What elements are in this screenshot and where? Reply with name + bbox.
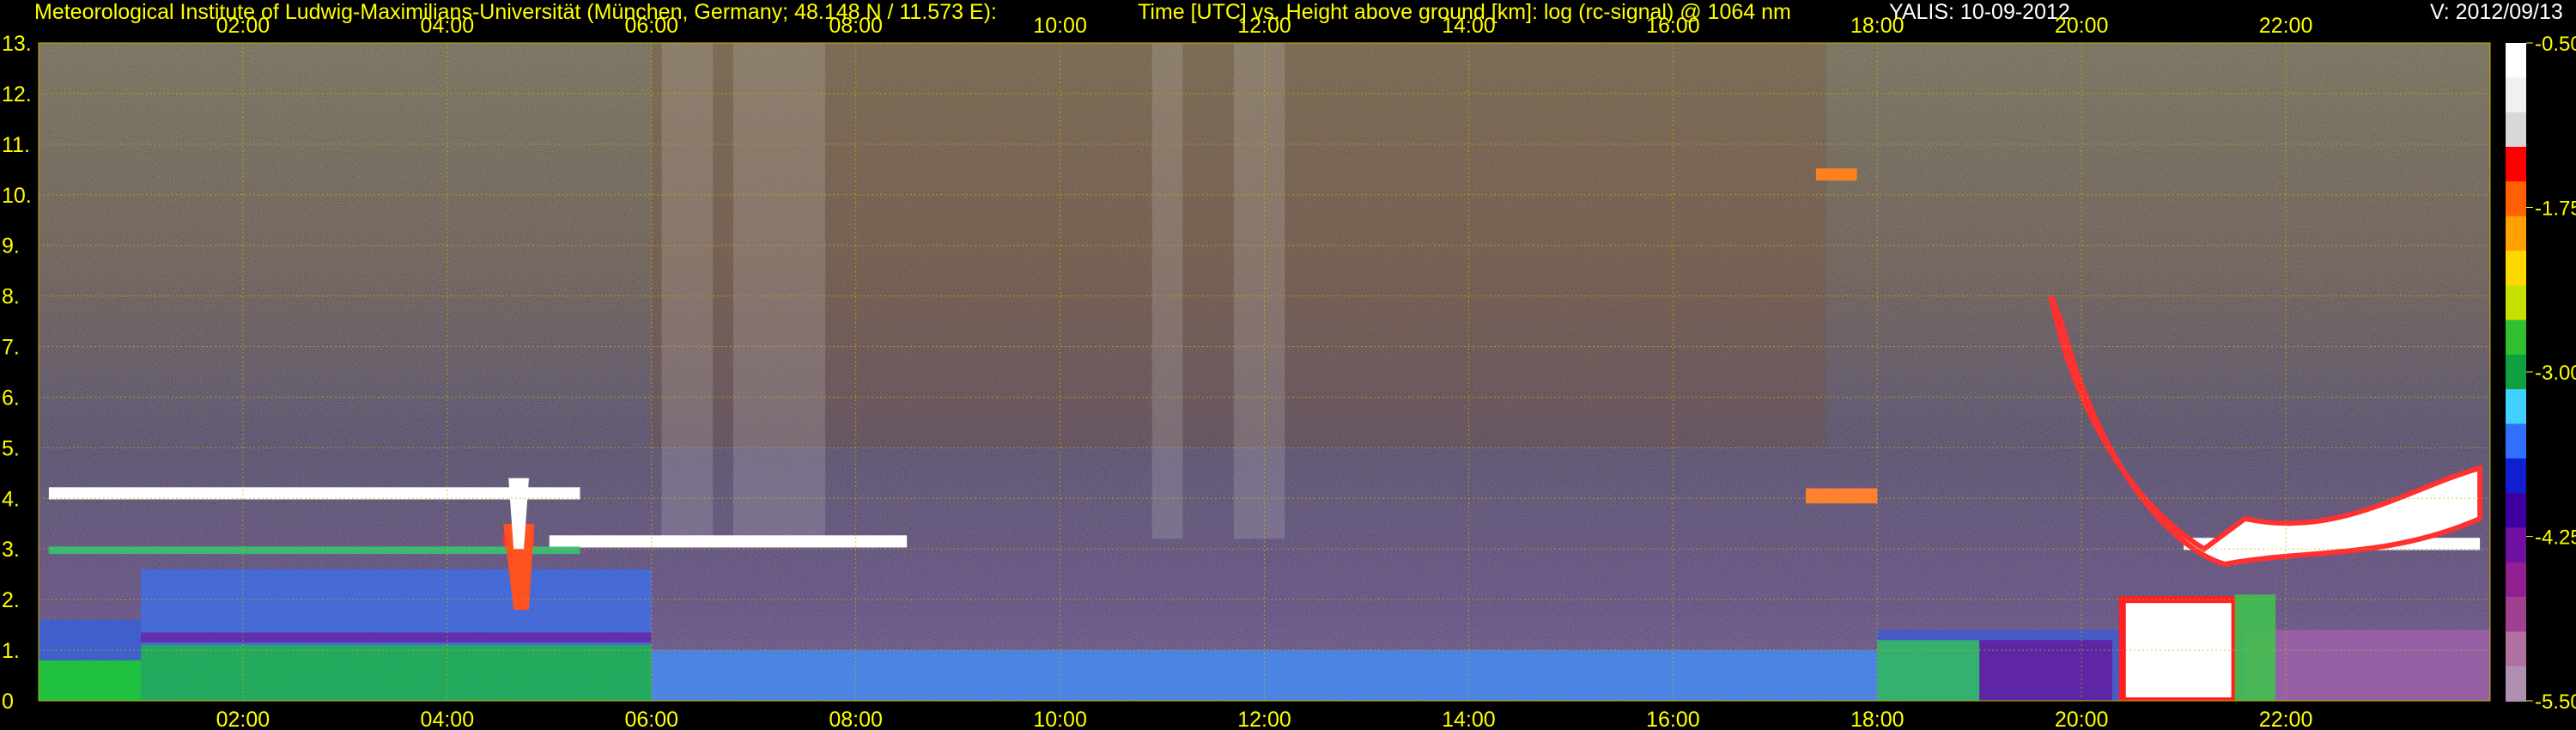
x-tick-label-bottom: 08:00 bbox=[829, 708, 883, 730]
feature-cloud-layer bbox=[549, 535, 908, 548]
x-tick-label-bottom: 18:00 bbox=[1850, 708, 1905, 730]
x-tick-label-bottom: 06:00 bbox=[624, 708, 678, 730]
x-tick-label-top: 02:00 bbox=[216, 14, 270, 38]
colorbar-swatch bbox=[2506, 354, 2526, 391]
near-ground-aerosol bbox=[1877, 640, 1980, 701]
cloud-halo bbox=[48, 546, 580, 555]
y-tick-label: 10. bbox=[2, 184, 32, 208]
colorbar-swatch bbox=[2506, 43, 2526, 79]
y-tick-label: 13. bbox=[2, 32, 32, 56]
colorbar-swatch bbox=[2506, 423, 2526, 459]
colorbar-swatch bbox=[2506, 666, 2526, 702]
colorbar-swatch bbox=[2506, 389, 2526, 425]
near-ground-aerosol bbox=[2245, 630, 2490, 701]
x-tick-label-bottom: 22:00 bbox=[2259, 708, 2313, 730]
colorbar-swatch bbox=[2506, 77, 2526, 113]
colorbar-tick-label: -3.00 bbox=[2535, 362, 2576, 385]
colorbar-swatch bbox=[2506, 458, 2526, 495]
colorbar-swatch bbox=[2506, 112, 2526, 148]
colorbar-swatch bbox=[2506, 285, 2526, 321]
x-tick-label-bottom: 10:00 bbox=[1033, 708, 1087, 730]
aerosol-band bbox=[140, 632, 652, 643]
feature-cloud-layer bbox=[48, 487, 580, 500]
x-tick-label-top: 10:00 bbox=[1033, 14, 1087, 38]
x-tick-label-top: 16:00 bbox=[1646, 14, 1700, 38]
noise-streak bbox=[732, 43, 825, 539]
x-tick-label-bottom: 02:00 bbox=[216, 708, 270, 730]
y-tick-label: 6. bbox=[2, 386, 20, 410]
colorbar-swatch bbox=[2506, 250, 2526, 287]
x-tick-label-top: 22:00 bbox=[2259, 14, 2313, 38]
lidar-chart: 02:00 02:00 04:00 04:00 06:00 06:00 08:00 08:00… bbox=[2, 14, 2576, 730]
colorbar-tick-label: -4.25 bbox=[2535, 526, 2576, 550]
feature-cirrus bbox=[1815, 168, 1857, 181]
y-tick-label: 7. bbox=[2, 336, 20, 360]
x-tick-label-bottom: 16:00 bbox=[1646, 708, 1700, 730]
y-tick-label: 8. bbox=[2, 285, 20, 309]
y-tick-label: 5. bbox=[2, 436, 20, 460]
near-ground-aerosol bbox=[1979, 640, 2112, 701]
x-tick-label-bottom: 04:00 bbox=[421, 708, 475, 730]
x-tick-label-bottom: 12:00 bbox=[1237, 708, 1291, 730]
y-tick-label: 2. bbox=[2, 588, 20, 612]
colorbar-swatch bbox=[2506, 562, 2526, 599]
colorbar-swatch bbox=[2506, 631, 2526, 667]
y-tick-label: 3. bbox=[2, 538, 20, 562]
mid-level-cloud bbox=[1805, 488, 1878, 504]
colorbar-tick-label: -0.50 bbox=[2535, 33, 2576, 56]
x-tick-label-top: 20:00 bbox=[2055, 14, 2109, 38]
colorbar-swatch bbox=[2506, 597, 2526, 633]
noise-streak bbox=[1233, 43, 1285, 539]
y-tick-label: 11. bbox=[2, 133, 30, 157]
x-tick-label-top: 14:00 bbox=[1442, 14, 1496, 38]
x-tick-label-top: 12:00 bbox=[1237, 14, 1291, 38]
colorbar-tick-label: -1.75 bbox=[2535, 198, 2576, 221]
x-tick-label-top: 04:00 bbox=[421, 14, 475, 38]
x-tick-label-bottom: 14:00 bbox=[1442, 708, 1496, 730]
x-tick-label-top: 08:00 bbox=[829, 14, 883, 38]
y-tick-label: 12. bbox=[2, 82, 32, 106]
y-tick-label: 4. bbox=[2, 487, 20, 511]
colorbar-swatch bbox=[2506, 527, 2526, 563]
colorbar-swatch bbox=[2506, 319, 2526, 356]
colorbar-swatch bbox=[2506, 216, 2526, 252]
noise-streak bbox=[1151, 43, 1183, 539]
noise-streak bbox=[661, 43, 714, 539]
y-tick-label: 9. bbox=[2, 234, 20, 259]
x-tick-label-top: 06:00 bbox=[624, 14, 678, 38]
colorbar-swatch bbox=[2506, 493, 2526, 529]
x-tick-label-top: 18:00 bbox=[1850, 14, 1905, 38]
near-ground-aerosol bbox=[39, 660, 141, 701]
y-tick-label: 1. bbox=[2, 639, 20, 663]
colorbar-swatch bbox=[2506, 181, 2526, 217]
colorbar-swatch bbox=[2506, 146, 2526, 183]
x-tick-label-bottom: 20:00 bbox=[2055, 708, 2109, 730]
near-ground-aerosol bbox=[140, 645, 652, 701]
y-tick-label: 0 bbox=[2, 690, 14, 714]
convective-cloud-edge bbox=[2234, 594, 2276, 701]
colorbar-tick-label: -5.50 bbox=[2535, 690, 2576, 714]
